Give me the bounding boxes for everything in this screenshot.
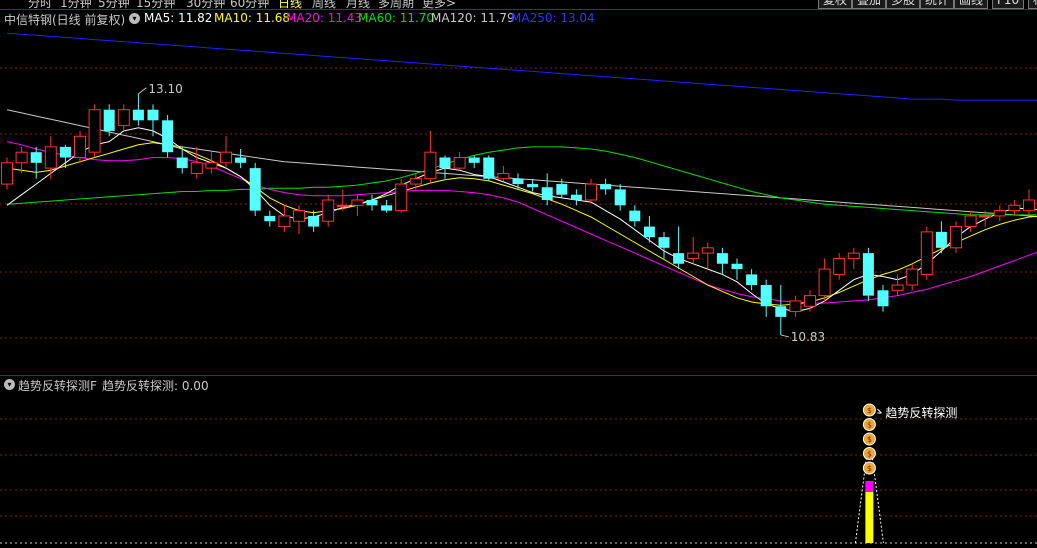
signal-label: 趋势反转探测 <box>885 405 957 420</box>
signal-arrow-icon <box>877 408 882 414</box>
candle-body-up <box>804 295 816 307</box>
candle-body-down <box>512 178 524 185</box>
candle-body-down <box>658 237 670 248</box>
candle-body-up <box>585 183 597 201</box>
candle-body-up <box>278 215 291 228</box>
candle-body-down <box>673 253 685 264</box>
candle-body-down <box>935 231 947 248</box>
candle-body-up <box>351 199 364 206</box>
candle-body-down <box>556 184 568 195</box>
candle-body-up <box>395 183 408 212</box>
candle-body-up <box>88 109 101 153</box>
candle-body-down <box>862 253 874 296</box>
candle-body-down <box>439 157 451 169</box>
candle-body-up <box>497 172 510 180</box>
candle-body-down <box>877 290 889 307</box>
money-bag-symbol: $ <box>867 435 872 444</box>
candle-body-down <box>643 226 655 238</box>
candle-body-down <box>176 157 188 169</box>
candle-body-down <box>162 120 174 153</box>
candle-body-up <box>979 215 992 218</box>
candle-body-up <box>453 157 466 169</box>
candle-body-up <box>205 162 218 169</box>
candle-body-up <box>1008 204 1021 212</box>
sub-indicator-value: 趋势反转探测: 0.00 <box>102 379 209 393</box>
candle-body-up <box>322 199 335 222</box>
candle-body-down <box>731 263 743 270</box>
candle-body-up <box>293 210 305 222</box>
money-bag-symbol: $ <box>867 450 872 459</box>
candle-body-up <box>950 226 962 249</box>
candle-body-down <box>570 194 582 200</box>
candlestick-chart: 13.10 10.83 $ $ $ $ $ 趋势反转探测 <box>0 32 1037 544</box>
ma5-line <box>6 127 1037 313</box>
candle-body-down <box>716 253 728 264</box>
candle-body-down <box>235 157 247 163</box>
candle-body-down <box>527 184 539 188</box>
candle-body-down <box>30 152 42 163</box>
candle-body-up <box>44 146 57 169</box>
money-bag-symbol: $ <box>867 421 872 430</box>
candle-body-up <box>1 162 13 185</box>
candle-body-up <box>891 284 904 291</box>
candle-body-up <box>74 135 86 158</box>
money-bag-symbol: $ <box>867 464 872 473</box>
candle-body-down <box>760 285 772 307</box>
candle-body-up <box>818 268 831 297</box>
candle-body-down <box>381 205 393 211</box>
candle-body-up <box>993 210 1006 217</box>
high-price-label: 13.10 <box>148 82 182 96</box>
candle-body-up <box>701 247 714 254</box>
candle-body-up <box>409 178 422 185</box>
candle-body-down <box>147 109 159 121</box>
candle-body-down <box>614 189 626 206</box>
candle-body-up <box>190 162 203 174</box>
candle-body-up <box>789 300 802 313</box>
candle-body-up <box>920 231 933 275</box>
candle-body-up <box>833 257 846 275</box>
candle-body-down <box>308 215 320 227</box>
low-price-label: 10.83 <box>791 330 825 344</box>
signal-bar <box>865 492 874 543</box>
high-marker-arrow <box>138 87 147 95</box>
candle-body-down <box>103 109 115 131</box>
candle-body-up <box>964 215 977 228</box>
money-bag-symbol: $ <box>867 406 872 415</box>
candle-body-down <box>600 184 612 190</box>
candle-body-down <box>249 168 261 211</box>
candle-body-down <box>132 109 144 121</box>
candle-body-up <box>117 109 130 127</box>
sub-indicator-menu-icon[interactable]: ▾ <box>4 379 15 390</box>
candle-body-down <box>264 215 276 222</box>
candle-body-up <box>847 252 860 259</box>
ma20-line <box>6 141 1037 304</box>
sub-indicator-name: 趋势反转探测F <box>18 379 97 393</box>
candle-body-down <box>746 274 758 285</box>
candle-body-down <box>629 210 641 222</box>
candle-body-down <box>468 157 480 163</box>
candle-body-down <box>541 187 553 200</box>
candle-body-up <box>687 252 700 259</box>
candle-body-up <box>336 204 349 207</box>
candle-body-up <box>1023 199 1035 212</box>
candle-body-up <box>906 268 919 286</box>
candle-body-down <box>483 157 495 179</box>
candle-body-up <box>15 151 28 164</box>
candle-body-up <box>220 151 232 164</box>
candle-body-down <box>366 200 378 206</box>
signal-bar-cap <box>865 481 874 492</box>
candle-body-down <box>59 146 71 158</box>
sub-chart-header: ▾ 趋势反转探测F 趋势反转探测: 0.00 <box>0 376 1037 394</box>
ma10-line <box>6 142 1037 306</box>
candle-body-down <box>775 306 787 317</box>
ma120-line <box>6 109 1037 218</box>
low-marker-arrow <box>780 334 789 338</box>
candle-body-up <box>424 151 437 180</box>
